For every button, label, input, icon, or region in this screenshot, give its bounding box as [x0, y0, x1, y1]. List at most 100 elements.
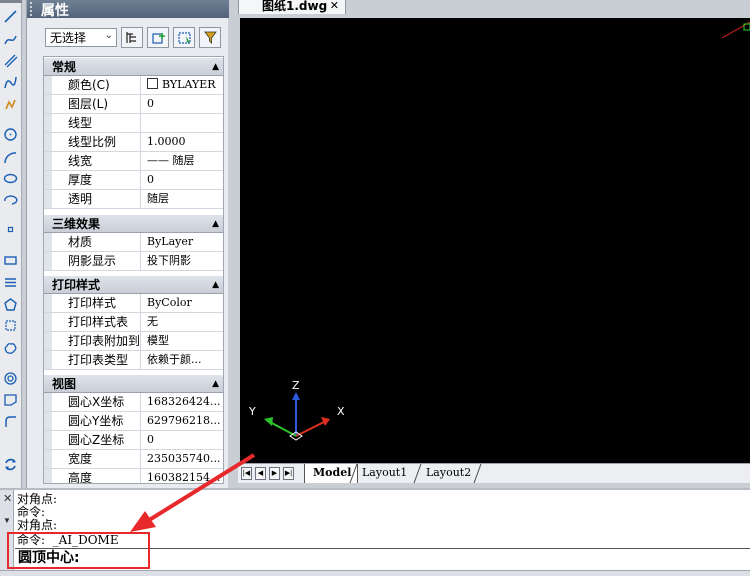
- property-value[interactable]: 投下阴影: [142, 252, 223, 270]
- property-value[interactable]: 160382154...: [142, 469, 223, 483]
- tab-layout2[interactable]: Layout2: [420, 464, 471, 483]
- group-view[interactable]: 视图 ▲: [44, 374, 223, 393]
- property-value[interactable]: 1.0000: [142, 133, 223, 151]
- prev-tab-icon[interactable]: ◀: [255, 467, 266, 480]
- multiline-tool-icon[interactable]: [2, 52, 19, 69]
- ucs-y-label: Y: [248, 405, 256, 418]
- group-3d-effects[interactable]: 三维效果 ▲: [44, 214, 223, 233]
- group-general[interactable]: 常规 ▲: [44, 57, 223, 76]
- fillet-tool-icon[interactable]: [2, 413, 19, 430]
- property-row[interactable]: 线型比例 1.0000: [44, 133, 223, 152]
- property-value[interactable]: 629796218...: [142, 412, 223, 430]
- hatch-tool-icon[interactable]: [2, 274, 19, 291]
- property-row[interactable]: 厚度 0: [44, 171, 223, 190]
- property-value[interactable]: —— 随层: [142, 152, 223, 170]
- property-value[interactable]: 0: [142, 171, 223, 189]
- group-plot-style[interactable]: 打印样式 ▲: [44, 275, 223, 294]
- property-row[interactable]: 透明 随层: [44, 190, 223, 209]
- property-value[interactable]: 无: [142, 313, 223, 331]
- property-row[interactable]: 打印表类型 依赖于颜...: [44, 351, 223, 370]
- polyline-tool-icon[interactable]: [2, 31, 19, 48]
- filter-icon[interactable]: [199, 27, 221, 48]
- wipeout-tool-icon[interactable]: [2, 391, 19, 408]
- region-tool-icon[interactable]: [2, 317, 19, 334]
- color-swatch: [147, 78, 158, 89]
- status-strip: [0, 570, 750, 576]
- property-name: 打印表类型: [44, 351, 141, 369]
- property-name: 线型: [44, 114, 141, 132]
- document-tab-label: 图纸1.dwg: [262, 0, 328, 13]
- drawing-canvas[interactable]: Z X Y: [240, 18, 750, 463]
- ucs-x-label: X: [337, 405, 345, 418]
- rectangle-tool-icon[interactable]: [2, 252, 19, 269]
- property-row[interactable]: 线宽 —— 随层: [44, 152, 223, 171]
- line-tool-icon[interactable]: [2, 8, 19, 25]
- close-icon[interactable]: ✕: [330, 0, 339, 13]
- property-value[interactable]: ByLayer: [142, 233, 223, 251]
- color-value: BYLAYER: [162, 78, 216, 91]
- property-name: 厚度: [44, 171, 141, 189]
- properties-titlebar[interactable]: 属性: [27, 0, 229, 19]
- first-tab-icon[interactable]: |◀: [241, 467, 252, 480]
- collapse-icon: ▲: [212, 280, 219, 290]
- spline-tool-icon[interactable]: [2, 74, 19, 91]
- toolbar-grip[interactable]: [0, 0, 22, 3]
- panel-grip[interactable]: [30, 2, 36, 16]
- last-tab-icon[interactable]: ▶|: [283, 467, 294, 480]
- quick-select-icon[interactable]: [173, 27, 195, 48]
- collapse-icon: ▲: [212, 62, 219, 72]
- property-value[interactable]: 随层: [142, 190, 223, 208]
- next-tab-icon[interactable]: ▶: [269, 467, 280, 480]
- property-value[interactable]: 依赖于颜...: [142, 351, 223, 369]
- property-name: 圆心Z坐标: [44, 431, 141, 449]
- chevron-down-icon[interactable]: ▼: [3, 516, 11, 525]
- property-row[interactable]: 线型: [44, 114, 223, 133]
- property-row[interactable]: 材质 ByLayer: [44, 233, 223, 252]
- property-name: 圆心Y坐标: [44, 412, 141, 430]
- property-value[interactable]: 0: [142, 431, 223, 449]
- ellipse-arc-tool-icon[interactable]: [2, 191, 19, 208]
- property-row[interactable]: 打印样式表无: [44, 313, 223, 332]
- document-tab[interactable]: 图纸1.dwg ✕: [238, 0, 346, 14]
- property-row[interactable]: 圆心X坐标 168326424...: [44, 393, 223, 412]
- property-row[interactable]: 阴影显示 投下阴影: [44, 252, 223, 271]
- regen-tool-icon[interactable]: [2, 456, 19, 473]
- donut-tool-icon[interactable]: [2, 370, 19, 387]
- property-row[interactable]: 高度 160382154...: [44, 469, 223, 483]
- toggle-pickadd-icon[interactable]: [121, 27, 143, 48]
- group-title: 常规: [52, 60, 77, 74]
- point-tool-icon[interactable]: [2, 221, 19, 238]
- property-value[interactable]: BYLAYER: [142, 76, 223, 94]
- property-row[interactable]: 打印表附加到 模型: [44, 332, 223, 351]
- close-icon[interactable]: ✕: [3, 492, 12, 505]
- select-objects-icon[interactable]: [147, 27, 169, 48]
- revcloud-tool-icon[interactable]: [2, 340, 19, 357]
- document-tabbar: 图纸1.dwg ✕: [232, 0, 750, 14]
- property-name: 打印样式: [44, 294, 141, 312]
- property-row[interactable]: 圆心Y坐标 629796218...: [44, 412, 223, 431]
- property-name: 高度: [44, 469, 141, 483]
- property-row[interactable]: 颜色(C) BYLAYER: [44, 76, 223, 95]
- property-row[interactable]: 图层(L) 0: [44, 95, 223, 114]
- selection-dropdown[interactable]: 无选择 ⌄: [45, 28, 117, 47]
- property-row[interactable]: 宽度 235035740...: [44, 450, 223, 469]
- property-row[interactable]: 圆心Z坐标 0: [44, 431, 223, 450]
- property-name: 阴影显示: [44, 252, 141, 270]
- property-value[interactable]: [142, 114, 223, 132]
- properties-panel: 属性 无选择 ⌄ 常规 ▲ 颜色(C) BYLAYER 图层(L) 0 线型 线型比例…: [26, 0, 229, 488]
- group-title: 三维效果: [52, 217, 101, 231]
- property-value[interactable]: 模型: [142, 332, 223, 350]
- property-value[interactable]: 0: [142, 95, 223, 113]
- arc-tool-icon[interactable]: [2, 149, 19, 166]
- ucs-icon: Z X Y: [248, 21, 750, 441]
- property-value[interactable]: ByColor: [142, 294, 223, 312]
- property-value[interactable]: 168326424...: [142, 393, 223, 411]
- polygon-tool-icon[interactable]: [2, 296, 19, 313]
- property-row[interactable]: 打印样式 ByColor: [44, 294, 223, 313]
- property-value[interactable]: 235035740...: [142, 450, 223, 468]
- ellipse-tool-icon[interactable]: [2, 170, 19, 187]
- circle-tool-icon[interactable]: [2, 126, 19, 143]
- sketch-tool-icon[interactable]: [2, 96, 19, 113]
- draw-toolbar: [0, 0, 22, 488]
- tab-layout1[interactable]: Layout1: [356, 464, 407, 483]
